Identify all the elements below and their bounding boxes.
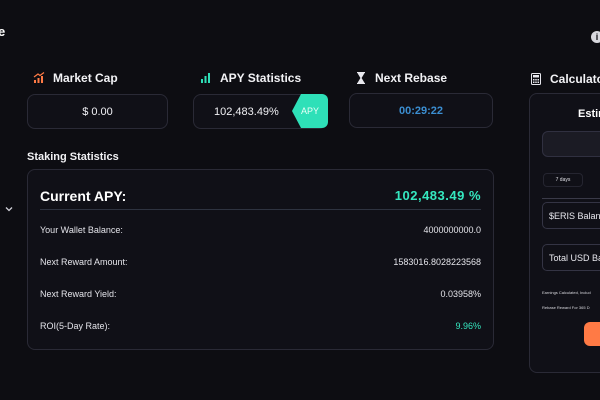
next-reward-amount-value: 1583016.8028223568	[393, 257, 481, 267]
calculate-button[interactable]	[584, 322, 600, 346]
current-apy-value: 102,483.49 %	[394, 188, 481, 203]
current-apy-label: Current APY:	[40, 187, 127, 204]
calculator-input-box[interactable]	[542, 131, 600, 157]
eris-balance-field[interactable]: $ERIS Balance	[542, 202, 600, 229]
wallet-balance-label: Your Wallet Balance:	[40, 225, 123, 235]
next-rebase-header: Next Rebase	[355, 71, 447, 85]
market-cap-header: Market Cap	[33, 71, 118, 85]
apy-badge-label: APY	[300, 106, 319, 116]
bar-chart-up-icon	[33, 72, 45, 84]
days-selector[interactable]: 7 days	[543, 173, 583, 187]
next-reward-yield-label: Next Reward Yield:	[40, 289, 117, 299]
market-cap-label: Market Cap	[53, 71, 118, 85]
info-icon[interactable]: i	[591, 31, 600, 43]
hourglass-icon	[355, 72, 367, 84]
next-rebase-card: 00:29:22	[349, 93, 493, 128]
wallet-balance-value: 4000000000.0	[423, 225, 481, 235]
earnings-note: Earnings Calculated, Includ	[542, 290, 591, 295]
apy-statistics-value: 102,483.49%	[214, 105, 279, 118]
days-selector-label: 7 days	[555, 177, 571, 183]
total-usd-balance-field[interactable]: Total USD Ba	[542, 244, 600, 271]
next-reward-amount-label: Next Reward Amount:	[40, 257, 128, 267]
total-usd-balance-label: Total USD Ba	[549, 252, 600, 263]
apy-statistics-label: APY Statistics	[220, 71, 302, 85]
next-reward-amount-row: Next Reward Amount: 1583016.8028223568	[40, 257, 481, 267]
rebase-reward-note: Rebase Reward For 365 D	[542, 305, 590, 310]
eris-balance-label: $ERIS Balance	[549, 210, 600, 221]
current-apy-row: Current APY: 102,483.49 %	[40, 182, 481, 210]
page-title-fragment: e	[0, 24, 6, 39]
roi-value: 9.96%	[455, 321, 481, 331]
roi-row: ROI(5-Day Rate): 9.96%	[40, 321, 481, 331]
next-reward-yield-row: Next Reward Yield: 0.03958%	[40, 289, 481, 299]
staking-statistics-card: Current APY: 102,483.49 % Your Wallet Ba…	[27, 169, 494, 350]
next-rebase-label: Next Rebase	[375, 71, 448, 85]
next-reward-yield-value: 0.03958%	[440, 289, 481, 299]
calculator-title: Estim	[578, 108, 600, 120]
market-cap-value: $ 0.00	[82, 105, 113, 118]
roi-label: ROI(5-Day Rate):	[40, 321, 111, 331]
bar-chart-icon	[200, 72, 212, 84]
apy-statistics-header: APY Statistics	[200, 71, 301, 85]
calculator-header: Calculator	[530, 72, 600, 86]
staking-statistics-title: Staking Statistics	[27, 151, 119, 163]
wallet-balance-row: Your Wallet Balance: 4000000000.0	[40, 225, 481, 235]
market-cap-card: $ 0.00	[27, 94, 168, 129]
chevron-down-icon[interactable]	[4, 201, 14, 212]
calculator-divider	[542, 198, 600, 199]
calculator-label: Calculator	[550, 72, 600, 86]
next-rebase-timer: 00:29:22	[398, 104, 444, 117]
calculator-icon	[530, 73, 542, 85]
